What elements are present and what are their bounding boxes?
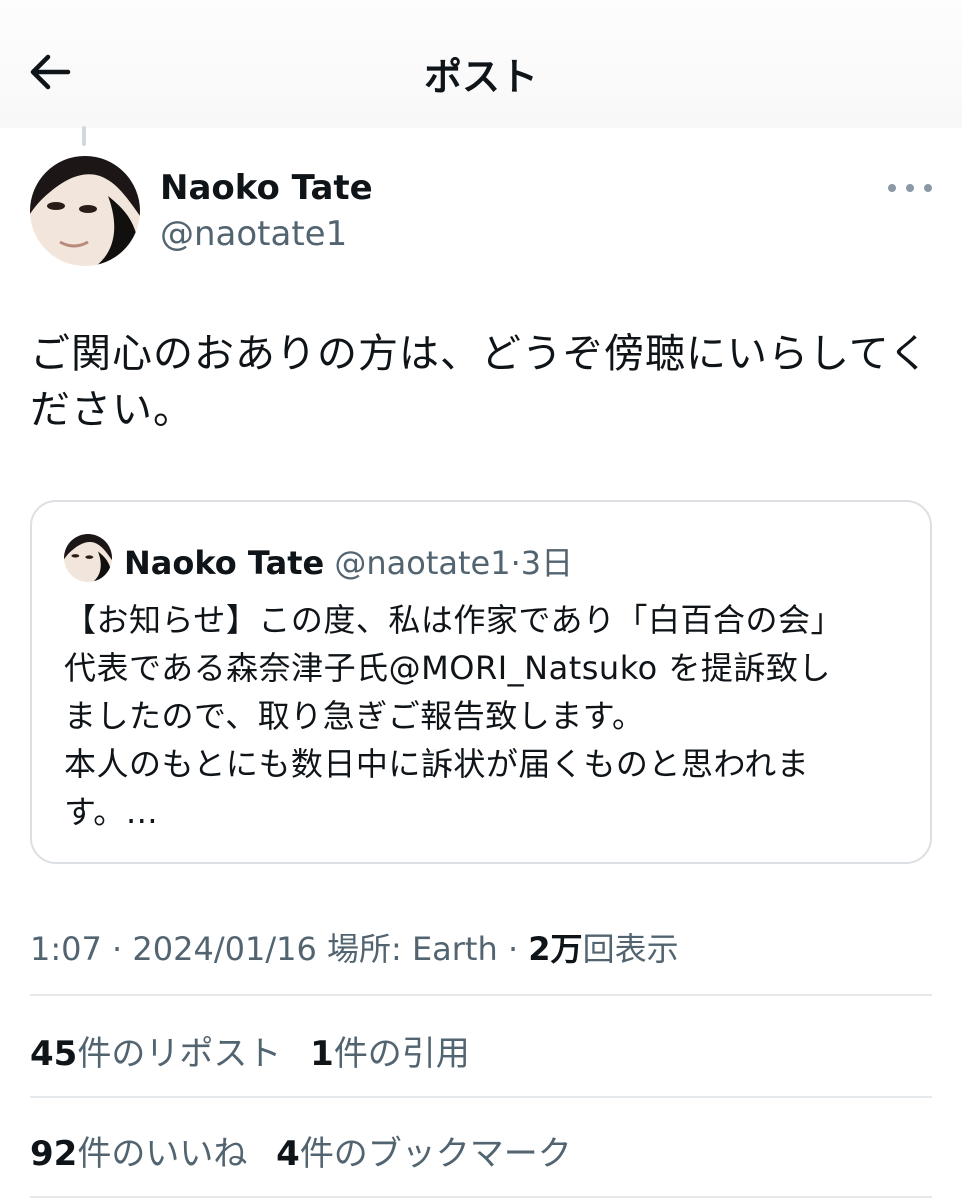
quote-line: 【お知らせ】この度、私は作家であり「白百合の会」 xyxy=(64,601,844,639)
author-handle[interactable]: @naotate1 xyxy=(160,214,347,254)
divider xyxy=(30,994,932,996)
quote-age: 3日 xyxy=(520,544,574,582)
likes-label: 件のいいね xyxy=(77,1134,248,1174)
meta-separator: · xyxy=(112,930,123,968)
quote-line: ましたので、取り急ぎご報告致します。 xyxy=(64,697,645,735)
quote-line: 代表である森奈津子氏@MORI_Natsuko を提訴致し xyxy=(64,649,831,687)
post-meta-line: 1:07 · 2024/01/16 場所: Earth · 2万回表示 xyxy=(30,924,679,970)
more-options-button[interactable] xyxy=(888,172,932,204)
quote-author-name: Naoko Tate xyxy=(124,544,325,582)
post-body-text: ご関心のおありの方は、どうぞ傍聴にいらしてください。 xyxy=(30,331,930,433)
more-dots-icon xyxy=(888,184,896,192)
reposts-stat[interactable]: 45件のリポスト xyxy=(30,1026,281,1075)
quote-avatar-image xyxy=(64,534,112,582)
likes-count: 92 xyxy=(30,1134,78,1174)
quote-body-text: 【お知らせ】この度、私は作家であり「白百合の会」 代表である森奈津子氏@MORI… xyxy=(64,596,904,836)
post-date[interactable]: 2024/01/16 xyxy=(132,930,316,968)
author-name[interactable]: Naoko Tate xyxy=(160,168,373,208)
top-header: ポスト xyxy=(0,0,962,128)
quotes-count: 1 xyxy=(310,1034,334,1074)
reposts-count: 45 xyxy=(30,1034,78,1074)
bookmarks-stat[interactable]: 4件のブックマーク xyxy=(276,1126,572,1175)
stats-row-reposts: 45件のリポスト 1件の引用 xyxy=(30,1026,488,1075)
likes-stat[interactable]: 92件のいいね xyxy=(30,1126,247,1175)
avatar-image xyxy=(30,156,140,266)
quoted-post-card[interactable]: Naoko Tate @naotate1·3日 【お知らせ】この度、私は作家であ… xyxy=(30,500,932,864)
post-time[interactable]: 1:07 xyxy=(30,930,102,968)
views-count: 2万 xyxy=(528,930,583,968)
quotes-label: 件の引用 xyxy=(333,1034,470,1074)
thread-connector-line xyxy=(82,126,86,146)
views-label: 回表示 xyxy=(582,930,679,968)
stats-row-likes: 92件のいいね 4件のブックマーク xyxy=(30,1126,590,1175)
post-detail-page: ポスト Naoko Tate @naotate1 ご関心のおありの方は、どうぞ傍… xyxy=(0,0,962,1200)
meta-separator: · xyxy=(507,930,519,968)
quote-separator: · xyxy=(510,544,521,582)
author-avatar[interactable] xyxy=(30,156,140,266)
bookmarks-label: 件のブックマーク xyxy=(299,1134,572,1174)
bookmarks-count: 4 xyxy=(276,1134,300,1174)
post-location: 場所: Earth xyxy=(326,930,498,968)
quote-header: Naoko Tate @naotate1·3日 xyxy=(124,538,573,584)
quote-line: 本人のもとにも数日中に訴状が届くものと思われま xyxy=(64,745,810,783)
quote-author-handle: @naotate1 xyxy=(334,544,511,582)
quotes-stat[interactable]: 1件の引用 xyxy=(310,1026,470,1075)
page-title: ポスト xyxy=(423,55,538,99)
divider xyxy=(30,1196,932,1198)
quote-line: す。… xyxy=(64,793,159,831)
quote-author-avatar xyxy=(64,534,112,582)
reposts-label: 件のリポスト xyxy=(77,1034,282,1074)
divider xyxy=(30,1096,932,1098)
